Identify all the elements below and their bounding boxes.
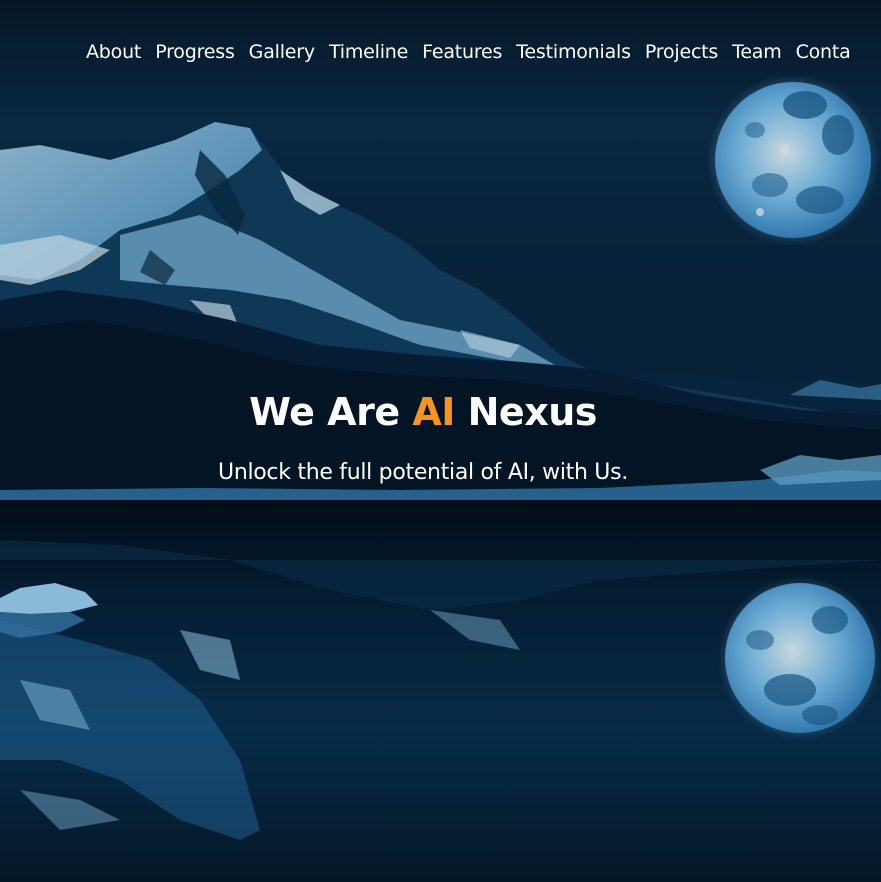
headline-suffix: Nexus xyxy=(454,390,598,434)
nav-link-contact[interactable]: Conta xyxy=(796,41,851,63)
headline-accent: AI xyxy=(412,390,455,434)
headline-prefix: We Are xyxy=(249,390,413,434)
hero-background-image xyxy=(0,0,881,882)
nav-link-projects[interactable]: Projects xyxy=(645,41,719,63)
nav-link-team[interactable]: Team xyxy=(732,41,782,63)
nav-link-gallery[interactable]: Gallery xyxy=(249,41,315,63)
nav-link-progress[interactable]: Progress xyxy=(155,41,235,63)
nav-link-testimonials[interactable]: Testimonials xyxy=(516,41,631,63)
nav-link-timeline[interactable]: Timeline xyxy=(329,41,408,63)
hero-headline: We Are AI Nexus xyxy=(0,390,846,434)
top-navigation: About Progress Gallery Timeline Features Test… xyxy=(86,41,865,67)
hero-section: About Progress Gallery Timeline Features Test… xyxy=(0,0,881,882)
hero-tagline: Unlock the full potential of AI, with Us… xyxy=(218,460,628,485)
nav-link-features[interactable]: Features xyxy=(422,41,502,63)
nav-link-about[interactable]: About xyxy=(86,41,141,63)
